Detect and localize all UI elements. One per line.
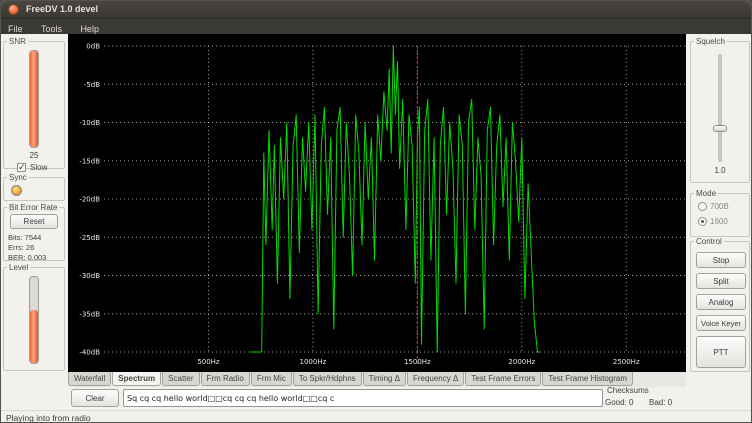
svg-text:-40dB: -40dB bbox=[79, 349, 100, 357]
sync-group-label: Sync bbox=[7, 173, 29, 182]
tab-scatter[interactable]: Scatter bbox=[162, 372, 199, 386]
mode-group: Mode 700B 1600 bbox=[690, 193, 750, 237]
mode-700b-label: 700B bbox=[710, 202, 729, 211]
status-bar: Playing into from radio bbox=[1, 410, 751, 423]
svg-text:2000Hz: 2000Hz bbox=[508, 358, 535, 366]
tab-frm-mic[interactable]: Frm Mic bbox=[251, 372, 292, 386]
svg-text:-30dB: -30dB bbox=[79, 272, 100, 280]
squelch-handle[interactable] bbox=[713, 125, 727, 132]
status-text: Playing into from radio bbox=[6, 413, 91, 423]
svg-text:0dB: 0dB bbox=[86, 43, 100, 51]
close-button[interactable] bbox=[8, 4, 19, 15]
tab-test-frame-errors[interactable]: Test Frame Errors bbox=[465, 372, 541, 386]
checksums-good: Good: 0 bbox=[605, 398, 633, 407]
level-group: Level bbox=[3, 267, 65, 371]
menubar: File Tools Help bbox=[1, 19, 751, 34]
menu-tools[interactable]: Tools bbox=[34, 22, 69, 34]
snr-gauge bbox=[29, 50, 39, 148]
menu-file[interactable]: File bbox=[1, 22, 30, 34]
svg-text:-15dB: -15dB bbox=[79, 157, 100, 165]
snr-gauge-fill bbox=[30, 51, 38, 147]
menu-help[interactable]: Help bbox=[73, 22, 106, 34]
radio-icon bbox=[698, 202, 707, 211]
tx-text-input[interactable] bbox=[123, 389, 603, 407]
level-gauge bbox=[29, 276, 39, 364]
svg-text:-25dB: -25dB bbox=[79, 234, 100, 242]
window-title: FreeDV 1.0 devel bbox=[26, 4, 98, 14]
analog-button[interactable]: Analog bbox=[696, 294, 746, 310]
ber-group: Bit Error Rate Reset Bits: 7544 Errs: 26… bbox=[3, 207, 65, 261]
tab-bar: WaterfallSpectrumScatterFrm RadioFrm Mic… bbox=[68, 372, 686, 387]
tab-spectrum[interactable]: Spectrum bbox=[112, 372, 161, 386]
svg-text:-10dB: -10dB bbox=[79, 119, 100, 127]
spectrum-plot[interactable]: 0dB -5dB -10dB -15dB -20dB -25dB -30dB -35dB -40… bbox=[68, 34, 686, 372]
squelch-group: Squelch 1.0 bbox=[690, 41, 750, 183]
snr-group-label: SNR bbox=[7, 37, 28, 46]
squelch-group-label: Squelch bbox=[694, 37, 727, 46]
level-group-label: Level bbox=[7, 263, 30, 272]
svg-text:-20dB: -20dB bbox=[79, 196, 100, 204]
split-button[interactable]: Split bbox=[696, 273, 746, 289]
mode-radio-700b[interactable]: 700B bbox=[698, 202, 729, 211]
svg-text:500Hz: 500Hz bbox=[197, 358, 220, 366]
ptt-button[interactable]: PTT bbox=[696, 336, 746, 368]
reset-button[interactable]: Reset bbox=[10, 214, 58, 229]
ber-group-label: Bit Error Rate bbox=[7, 203, 59, 212]
svg-text:-5dB: -5dB bbox=[84, 81, 100, 89]
tab-to-spkr-hdphns[interactable]: To Spkr/Hdphns bbox=[293, 372, 362, 386]
voice-keyer-button[interactable]: Voice Keyer bbox=[696, 315, 746, 331]
checksums-label: Checksums bbox=[607, 386, 649, 395]
checksums-bad: Bad: 0 bbox=[649, 398, 672, 407]
tab-waterfall[interactable]: Waterfall bbox=[68, 372, 111, 386]
tab-frequency[interactable]: Frequency Δ bbox=[407, 372, 464, 386]
level-gauge-fill bbox=[30, 310, 38, 363]
tab-timing[interactable]: Timing Δ bbox=[363, 372, 406, 386]
radio-icon bbox=[698, 217, 707, 226]
ber-value: BER: 0.003 bbox=[8, 253, 46, 262]
sync-group: Sync bbox=[3, 177, 65, 201]
clear-button[interactable]: Clear bbox=[71, 389, 119, 407]
stop-button[interactable]: Stop bbox=[696, 252, 746, 268]
slow-checkbox[interactable] bbox=[17, 163, 26, 172]
titlebar: FreeDV 1.0 devel bbox=[1, 1, 751, 19]
mode-radio-1600[interactable]: 1600 bbox=[698, 217, 728, 226]
sync-led-icon bbox=[11, 185, 22, 196]
tab-test-frame-histogram[interactable]: Test Frame Histogram bbox=[542, 372, 633, 386]
squelch-value: 1.0 bbox=[691, 166, 749, 175]
svg-text:2500Hz: 2500Hz bbox=[613, 358, 640, 366]
tab-frm-radio[interactable]: Frm Radio bbox=[201, 372, 250, 386]
squelch-slider[interactable] bbox=[718, 54, 722, 162]
snr-group: SNR 25 Slow bbox=[3, 41, 65, 169]
snr-value: 25 bbox=[4, 151, 64, 160]
errs-value: Errs: 26 bbox=[8, 243, 34, 252]
control-group: Control Stop Split Analog Voice Keyer PT… bbox=[690, 241, 750, 372]
svg-text:-35dB: -35dB bbox=[79, 310, 100, 318]
svg-text:1000Hz: 1000Hz bbox=[300, 358, 327, 366]
spectrum-plot-svg: 0dB -5dB -10dB -15dB -20dB -25dB -30dB -35dB -40… bbox=[68, 34, 686, 372]
mode-1600-label: 1600 bbox=[710, 217, 728, 226]
control-group-label: Control bbox=[694, 237, 724, 246]
mode-group-label: Mode bbox=[694, 189, 718, 198]
slow-label: Slow bbox=[30, 163, 47, 172]
bits-value: Bits: 7544 bbox=[8, 233, 41, 242]
freedv-window: FreeDV 1.0 devel File Tools Help SNR 25 … bbox=[0, 0, 752, 423]
